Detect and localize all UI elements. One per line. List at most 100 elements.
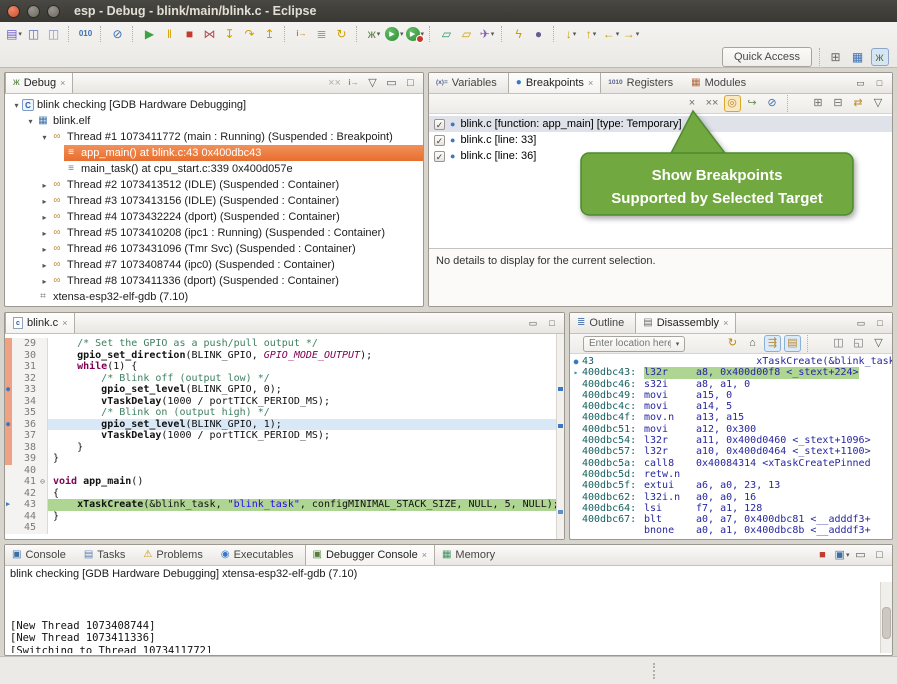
window-close-button[interactable] xyxy=(7,5,20,18)
overview-mark[interactable] xyxy=(558,424,563,428)
tab-memory[interactable]: ▦ Memory xyxy=(435,545,506,565)
code-text[interactable]: } xyxy=(48,511,564,523)
run-button[interactable]: ▶▾ xyxy=(385,25,404,43)
annotation-ruler[interactable] xyxy=(5,396,16,408)
fold-marker-icon[interactable] xyxy=(38,350,48,362)
fold-marker-icon[interactable] xyxy=(38,499,48,511)
overview-ruler[interactable] xyxy=(556,334,564,539)
code-text[interactable]: } xyxy=(48,453,564,465)
home-button[interactable]: ⌂ xyxy=(744,335,761,352)
code-text[interactable]: /* Blink on (output high) */ xyxy=(48,407,564,419)
expander-icon[interactable]: ▸ xyxy=(39,245,50,254)
pin-editor-button[interactable]: ● xyxy=(530,25,548,43)
remove-selected-breakpoints-button[interactable]: × xyxy=(684,95,701,112)
open-folder-button[interactable]: ▱ xyxy=(438,25,456,43)
disassembly-line[interactable]: 400dbc4f: mov.na13, a15 xyxy=(570,412,892,423)
refresh-view-button[interactable]: ↻ xyxy=(724,335,741,352)
disassembly-line[interactable]: ● 43 xTaskCreate(&blink_task, "blink_tas xyxy=(570,356,892,367)
fold-marker-icon[interactable] xyxy=(38,442,48,454)
close-tab-icon[interactable]: × xyxy=(422,550,427,560)
maximize-view-button[interactable]: □ xyxy=(872,547,888,563)
code-line[interactable]: 32 /* Blink off (output low) */ xyxy=(5,373,564,385)
code-text[interactable]: while(1) { xyxy=(48,361,564,373)
code-line[interactable]: 38 } xyxy=(5,442,564,454)
tab-breakpoints[interactable]: ● Breakpoints × xyxy=(508,73,601,93)
code-text[interactable]: /* Set the GPIO as a push/pull output */ xyxy=(48,338,564,350)
tab-disassembly[interactable]: ▤ Disassembly × xyxy=(635,313,736,333)
expander-icon[interactable]: ▾ xyxy=(39,133,50,142)
goto-file-for-breakpoint-button[interactable]: ↪ xyxy=(744,95,761,112)
remove-all-breakpoints-button[interactable]: ×× xyxy=(704,95,721,112)
code-text[interactable]: xTaskCreate(&blink_task, "blink_task", c… xyxy=(48,499,564,511)
expander-icon[interactable]: ▾ xyxy=(11,101,22,110)
open-perspective-button[interactable]: ⊞ xyxy=(827,48,845,66)
annotation-ruler[interactable] xyxy=(5,522,16,534)
annotation-ruler[interactable] xyxy=(5,430,16,442)
combo-dropdown-icon[interactable]: ▾ xyxy=(670,340,684,348)
suspend-button[interactable]: ‖ xyxy=(161,25,179,43)
tab-modules[interactable]: ▦ Modules xyxy=(684,73,757,93)
maximize-view-button[interactable]: □ xyxy=(872,75,888,91)
fold-marker-icon[interactable] xyxy=(38,407,48,419)
minimize-view-button[interactable]: ▭ xyxy=(853,315,869,331)
annotation-ruler[interactable] xyxy=(5,361,16,373)
link-with-debug-view-button[interactable]: ⇄ xyxy=(850,95,867,112)
debug-node-thread2[interactable]: ▸ ∞ Thread #2 1073413512 (IDLE) (Suspend… xyxy=(5,177,423,193)
annotation-ruler[interactable] xyxy=(5,338,16,350)
disassembly-line[interactable]: ▸ 400dbc43: l32ra8, 0x400d00f8 <_stext+2… xyxy=(570,367,892,378)
disassembly-line[interactable]: 400dbc5f: extuia6, a0, 23, 13 xyxy=(570,480,892,491)
disassembly-line[interactable]: bnonea0, a1, 0x400dbc8b <__adddf3+ xyxy=(570,525,892,536)
display-selected-console-button[interactable]: ▣▾ xyxy=(834,547,850,563)
disassembly-line[interactable]: 400dbc5d: retw.n xyxy=(570,469,892,480)
resume-button[interactable]: ▶ xyxy=(141,25,159,43)
code-text[interactable]: vTaskDelay(1000 / portTICK_PERIOD_MS); xyxy=(48,430,564,442)
tab-debugger-console[interactable]: ▣ Debugger Console × xyxy=(305,545,435,565)
forward-button[interactable]: →▾ xyxy=(622,25,640,43)
annotation-ruler[interactable] xyxy=(5,453,16,465)
tab-problems[interactable]: ⚠ Problems xyxy=(136,545,213,565)
expander-icon[interactable]: ▾ xyxy=(25,117,36,126)
view-menu-button[interactable]: ▽ xyxy=(870,95,887,112)
code-line[interactable]: ● 33 gpio_set_level(BLINK_GPIO, 0); xyxy=(5,384,564,396)
gutter-marker-icon[interactable]: ● xyxy=(6,384,10,396)
skip-all-breakpoints-button[interactable]: ⊘ xyxy=(764,95,781,112)
gutter-marker-icon[interactable]: ▶ xyxy=(6,499,10,511)
code-line[interactable]: 41 ⊖ void app_main() xyxy=(5,476,564,488)
minimize-view-button[interactable]: ▭ xyxy=(384,75,400,91)
skip-all-breakpoints-button[interactable]: ⊘ xyxy=(109,25,127,43)
disassembly-line[interactable]: 400dbc67: blta0, a7, 0x400dbc81 <__adddf… xyxy=(570,514,892,525)
code-line[interactable]: ▶ 43 xTaskCreate(&blink_task, "blink_tas… xyxy=(5,499,564,511)
show-source-button[interactable]: ▤ xyxy=(784,335,801,352)
annotation-ruler[interactable] xyxy=(5,373,16,385)
annotation-ruler[interactable]: ● xyxy=(5,384,16,396)
pin-view-button[interactable]: ◱ xyxy=(850,335,867,352)
code-text[interactable]: gpio_set_level(BLINK_GPIO, 0); xyxy=(48,384,564,396)
code-line[interactable]: 42 { xyxy=(5,488,564,500)
breakpoint-item-line33[interactable]: ✓ ● blink.c [line: 33] xyxy=(429,132,892,148)
restart-button[interactable]: ↻ xyxy=(333,25,351,43)
open-new-view-button[interactable]: ◫ xyxy=(830,335,847,352)
close-tab-icon[interactable]: × xyxy=(588,78,593,88)
launch-button[interactable]: ✈▾ xyxy=(478,25,496,43)
code-line[interactable]: 34 vTaskDelay(1000 / portTICK_PERIOD_MS)… xyxy=(5,396,564,408)
maximize-view-button[interactable]: □ xyxy=(872,315,888,331)
instruction-stepping-button[interactable]: i→ xyxy=(293,25,311,43)
new-button[interactable]: ▤▾ xyxy=(5,25,23,43)
fold-marker-icon[interactable] xyxy=(38,465,48,477)
code-line[interactable]: 30 gpio_set_direction(BLINK_GPIO, GPIO_M… xyxy=(5,350,564,362)
overview-mark[interactable] xyxy=(558,387,563,391)
expander-icon[interactable]: ▸ xyxy=(39,277,50,286)
annotation-ruler[interactable] xyxy=(5,488,16,500)
close-tab-icon[interactable]: × xyxy=(723,318,728,328)
annotation-ruler[interactable] xyxy=(5,442,16,454)
fold-marker-icon[interactable] xyxy=(38,522,48,534)
save-all-button[interactable]: ◫ xyxy=(45,25,63,43)
fold-marker-icon[interactable] xyxy=(38,419,48,431)
code-line[interactable]: 37 vTaskDelay(1000 / portTICK_PERIOD_MS)… xyxy=(5,430,564,442)
step-over-button[interactable]: ↷ xyxy=(241,25,259,43)
disassembly-line[interactable]: 400dbc64: lsif7, a1, 128 xyxy=(570,503,892,514)
location-combo[interactable]: ▾ xyxy=(583,336,685,352)
debug-node-thread1[interactable]: ▾ ∞ Thread #1 1073411772 (main : Running… xyxy=(5,129,423,145)
window-maximize-button[interactable] xyxy=(47,5,60,18)
code-line[interactable]: 40 xyxy=(5,465,564,477)
